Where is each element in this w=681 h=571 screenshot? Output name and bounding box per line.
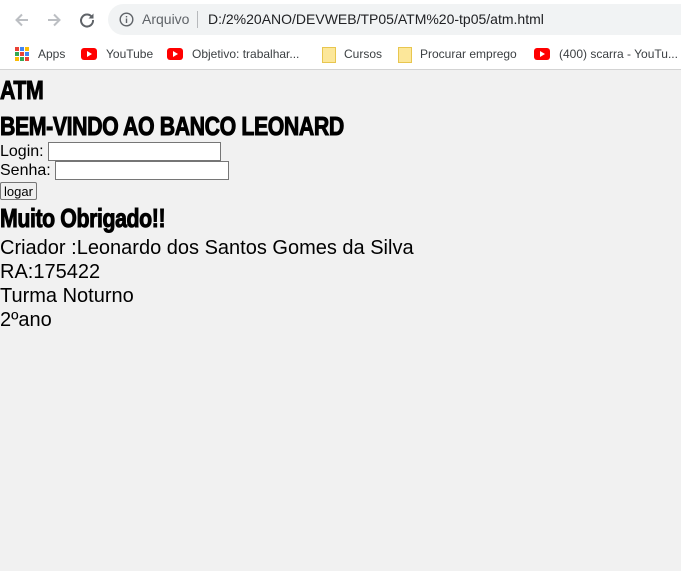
- thanks-title: Muito Obrigado!!: [0, 203, 166, 234]
- senha-row: Senha:: [0, 161, 229, 180]
- arrow-left-icon: [15, 13, 28, 27]
- omnibox-divider: [197, 11, 198, 28]
- url-text[interactable]: D:/2%20ANO/DEVWEB/TP05/ATM%20-tp05/atm.h…: [208, 12, 544, 27]
- arrow-right-icon: [48, 13, 61, 27]
- bookmark-scarra[interactable]: (400) scarra - YouTu...: [534, 44, 678, 64]
- creator-line: Criador :Leonardo dos Santos Gomes da Si…: [0, 237, 414, 259]
- bookmark-label: Cursos: [344, 47, 383, 61]
- address-bar[interactable]: Arquivo D:/2%20ANO/DEVWEB/TP05/ATM%20-tp…: [108, 4, 681, 35]
- browser-toolbar: Arquivo D:/2%20ANO/DEVWEB/TP05/ATM%20-tp…: [0, 0, 681, 38]
- scheme-label: Arquivo: [142, 11, 190, 27]
- senha-input[interactable]: [54, 161, 229, 180]
- back-button[interactable]: [11, 9, 33, 31]
- welcome-title: BEM-VINDO AO BANCO LEONARD: [0, 111, 345, 142]
- login-input[interactable]: [47, 142, 221, 161]
- year-line: 2ºano: [0, 309, 52, 331]
- page-content: ATM BEM-VINDO AO BANCO LEONARD Login: Se…: [0, 71, 681, 571]
- bookmark-label: Objetivo: trabalhar...: [192, 47, 300, 61]
- reload-icon: [80, 13, 95, 28]
- folder-icon: [397, 47, 412, 63]
- folder-icon: [321, 47, 336, 63]
- youtube-icon: [81, 48, 97, 60]
- login-row: Login:: [0, 142, 221, 161]
- reload-button[interactable]: [76, 9, 98, 31]
- bookmark-label: Apps: [38, 47, 66, 61]
- youtube-icon: [534, 48, 550, 60]
- login-label: Login:: [0, 143, 44, 160]
- youtube-icon: [167, 48, 183, 60]
- atm-title: ATM: [0, 75, 44, 105]
- bookmark-cursos[interactable]: Cursos: [321, 44, 382, 64]
- bookmark-procurar-emprego[interactable]: Procurar emprego: [397, 44, 517, 64]
- info-icon[interactable]: [119, 12, 134, 27]
- bookmarks-bar: Apps YouTube Objetivo: trabalhar... Curs…: [0, 38, 681, 70]
- logar-button[interactable]: logar: [0, 182, 37, 200]
- ra-line: RA:175422: [0, 261, 101, 283]
- class-line: Turma Noturno: [0, 285, 134, 307]
- bookmark-objetivo[interactable]: Objetivo: trabalhar...: [167, 44, 299, 64]
- senha-label: Senha:: [0, 162, 51, 179]
- bookmark-apps[interactable]: Apps: [15, 44, 65, 64]
- bookmark-label: YouTube: [106, 47, 154, 61]
- forward-button[interactable]: [43, 9, 65, 31]
- apps-grid-icon: [15, 47, 29, 61]
- bookmark-youtube[interactable]: YouTube: [81, 44, 153, 64]
- bookmark-label: Procurar emprego: [420, 47, 517, 61]
- bookmark-label: (400) scarra - YouTu...: [559, 47, 678, 61]
